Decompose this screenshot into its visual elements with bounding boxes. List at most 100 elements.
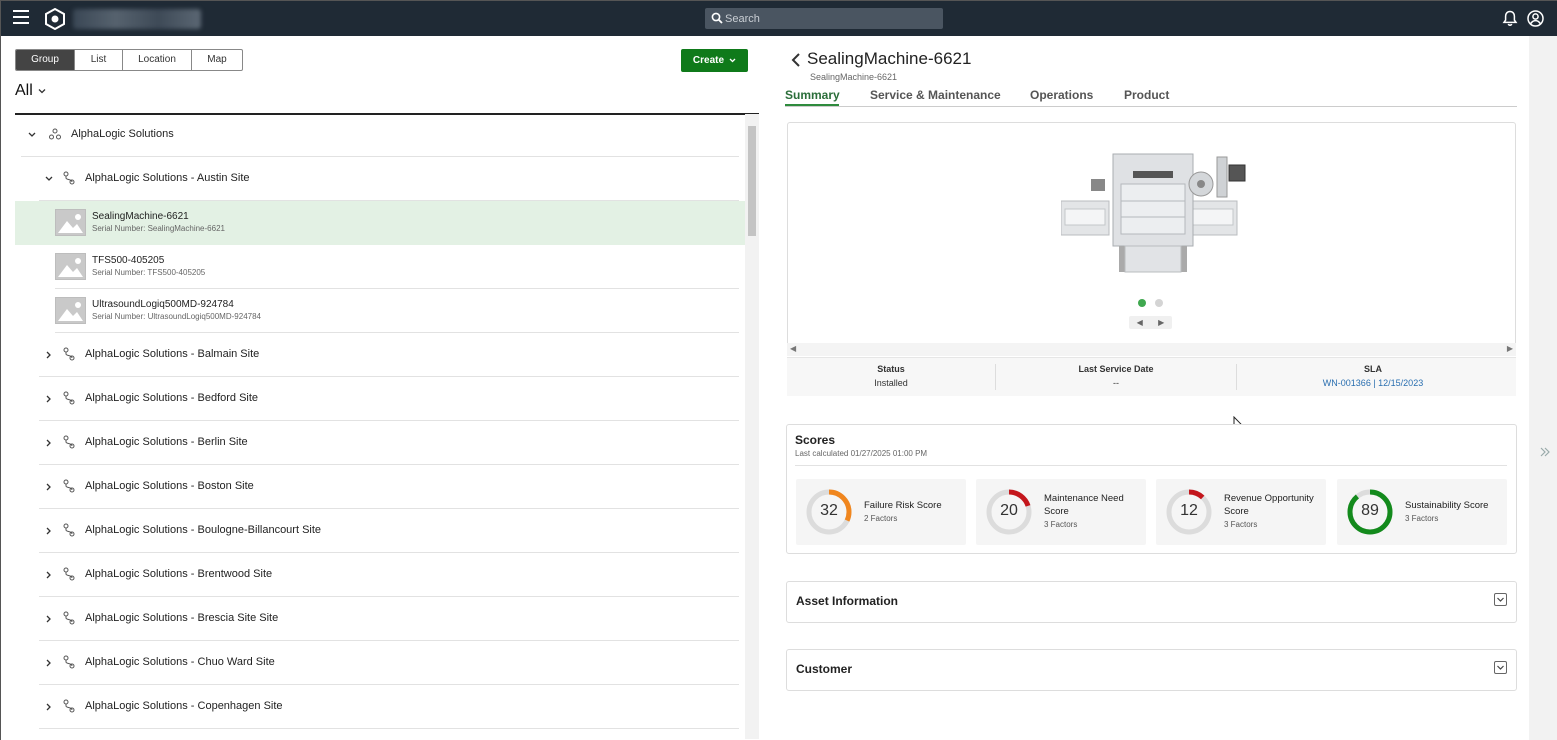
score-factors: 3 Factors <box>1044 520 1078 529</box>
asset-information-accordion[interactable]: Asset Information <box>786 581 1517 623</box>
scrollbar-thumb[interactable] <box>748 126 756 236</box>
chevron-right-icon[interactable] <box>44 526 54 536</box>
group-filter-label: All <box>15 82 33 99</box>
tree-node-site-austin[interactable]: AlphaLogic Solutions - Austin Site <box>15 157 745 201</box>
detail-tabs: Summary Service & Maintenance Operations… <box>785 87 1517 107</box>
create-button[interactable]: Create <box>681 49 748 72</box>
asset-name: SealingMachine-6621 <box>92 211 189 222</box>
asset-row[interactable]: UltrasoundLogiq500MD-924784 Serial Numbe… <box>15 289 745 333</box>
scroll-right-icon[interactable]: ▶ <box>1507 344 1513 353</box>
location-route-icon <box>63 435 75 449</box>
tree-node-site-berlin[interactable]: AlphaLogic Solutions - Berlin Site <box>15 421 745 465</box>
location-route-icon <box>63 699 75 713</box>
tree-node-site-boulogne[interactable]: AlphaLogic Solutions - Boulogne-Billanco… <box>15 509 745 553</box>
asset-name: UltrasoundLogiq500MD-924784 <box>92 299 234 310</box>
score-card-failure-risk[interactable]: 32 Failure Risk Score 2 Factors <box>796 479 966 545</box>
image-horizontal-scrollbar[interactable]: ◀ ▶ <box>787 343 1516 356</box>
tree-node-site-bedford[interactable]: AlphaLogic Solutions - Bedford Site <box>15 377 745 421</box>
view-switcher: Group List Location Map <box>15 49 243 71</box>
back-arrow-icon[interactable] <box>791 53 801 67</box>
tab-location[interactable]: Location <box>123 50 192 70</box>
chevron-right-icon[interactable] <box>44 482 54 492</box>
group-filter-dropdown[interactable]: All <box>15 82 46 100</box>
chevron-down-icon <box>38 89 46 94</box>
organization-icon <box>49 128 61 140</box>
tree-node-site-brescia[interactable]: AlphaLogic Solutions - Brescia Site Site <box>15 597 745 641</box>
chevron-down-icon[interactable] <box>27 130 37 140</box>
carousel-dot-active[interactable] <box>1138 299 1146 307</box>
tree-node-root[interactable]: AlphaLogic Solutions <box>15 115 745 157</box>
score-name: Revenue Opportunity Score <box>1224 493 1314 517</box>
user-profile-icon[interactable] <box>1527 10 1544 27</box>
tab-map[interactable]: Map <box>192 50 242 70</box>
status-value: Installed <box>874 378 908 388</box>
notification-bell-icon[interactable] <box>1502 10 1518 27</box>
score-factors: 3 Factors <box>1405 514 1439 523</box>
chevron-right-icon[interactable] <box>44 438 54 448</box>
chevron-right-icon[interactable] <box>44 702 54 712</box>
sla-field: SLA WN-001366 | 12/15/2023 <box>1237 364 1509 388</box>
sla-label: SLA <box>1364 364 1382 374</box>
active-tab-indicator <box>785 104 839 106</box>
asset-serial: Serial Number: TFS500-405205 <box>92 268 206 277</box>
tab-product[interactable]: Product <box>1124 88 1169 102</box>
hamburger-menu-icon[interactable] <box>13 10 29 26</box>
app-logo-icon[interactable] <box>45 8 65 30</box>
tree-node-site-copenhagen[interactable]: AlphaLogic Solutions - Copenhagen Site <box>15 685 745 729</box>
customer-accordion[interactable]: Customer <box>786 649 1517 691</box>
machine-photo <box>1061 153 1246 273</box>
tree-node-site-chuo-ward[interactable]: AlphaLogic Solutions - Chuo Ward Site <box>15 641 745 685</box>
expand-chevron-icon[interactable] <box>1494 661 1507 674</box>
carousel-dot[interactable] <box>1155 299 1163 307</box>
score-card-maintenance-need[interactable]: 20 Maintenance Need Score 3 Factors <box>976 479 1146 545</box>
create-button-label: Create <box>692 55 725 66</box>
status-label: Status <box>877 364 905 374</box>
carousel-next-icon[interactable]: ▶ <box>1158 318 1164 327</box>
scroll-left-icon[interactable]: ◀ <box>790 344 796 353</box>
tab-operations[interactable]: Operations <box>1030 88 1093 102</box>
carousel-prev-icon[interactable]: ◀ <box>1137 318 1143 327</box>
asset-image-placeholder-icon <box>55 297 86 324</box>
tree-node-label: AlphaLogic Solutions - Austin Site <box>85 172 250 184</box>
chevron-right-icon[interactable] <box>44 614 54 624</box>
tree-node-site-balmain[interactable]: AlphaLogic Solutions - Balmain Site <box>15 333 745 377</box>
score-card-sustainability[interactable]: 89 Sustainability Score 3 Factors <box>1337 479 1507 545</box>
last-service-label: Last Service Date <box>1078 364 1154 374</box>
chevron-right-icon[interactable] <box>44 350 54 360</box>
tab-summary[interactable]: Summary <box>785 88 840 102</box>
accordion-title: Customer <box>796 662 853 676</box>
scores-last-calculated: Last calculated 01/27/2025 01:00 PM <box>795 449 928 458</box>
tree-node-label: AlphaLogic Solutions - Chuo Ward Site <box>85 656 275 668</box>
expand-drawer-icon[interactable] <box>1538 446 1550 458</box>
panel-splitter[interactable] <box>759 36 771 740</box>
tree-node-label: AlphaLogic Solutions - Balmain Site <box>85 348 260 360</box>
tab-service-maintenance[interactable]: Service & Maintenance <box>870 88 1001 102</box>
tree-node-site-boston[interactable]: AlphaLogic Solutions - Boston Site <box>15 465 745 509</box>
asset-serial: Serial Number: UltrasoundLogiq500MD-9247… <box>92 312 261 321</box>
asset-row-selected[interactable]: SealingMachine-6621 Serial Number: Seali… <box>15 201 745 245</box>
tree-scrollbar[interactable] <box>745 114 759 739</box>
search-icon <box>711 12 723 24</box>
chevron-right-icon[interactable] <box>44 658 54 668</box>
tree-node-site-brentwood[interactable]: AlphaLogic Solutions - Brentwood Site <box>15 553 745 597</box>
chevron-down-icon[interactable] <box>44 174 54 184</box>
asset-image-placeholder-icon <box>55 253 86 280</box>
asset-row[interactable]: TFS500-405205 Serial Number: TFS500-4052… <box>15 245 745 289</box>
scores-title: Scores <box>795 433 836 447</box>
score-factors: 3 Factors <box>1224 520 1258 529</box>
score-card-revenue-opportunity[interactable]: 12 Revenue Opportunity Score 3 Factors <box>1156 479 1326 545</box>
score-name: Sustainability Score <box>1405 500 1489 511</box>
sla-link[interactable]: WN-001366 | 12/15/2023 <box>1237 378 1509 388</box>
location-route-icon <box>63 171 75 185</box>
tree-node-label: AlphaLogic Solutions - Boston Site <box>85 480 254 492</box>
asset-name: TFS500-405205 <box>92 255 165 266</box>
location-route-icon <box>63 611 75 625</box>
search-input[interactable] <box>725 8 937 29</box>
tab-list[interactable]: List <box>75 50 123 70</box>
accordion-title: Asset Information <box>796 594 899 608</box>
search-box[interactable] <box>705 8 943 29</box>
chevron-right-icon[interactable] <box>44 570 54 580</box>
expand-chevron-icon[interactable] <box>1494 593 1507 606</box>
chevron-right-icon[interactable] <box>44 394 54 404</box>
tab-group[interactable]: Group <box>16 50 75 70</box>
